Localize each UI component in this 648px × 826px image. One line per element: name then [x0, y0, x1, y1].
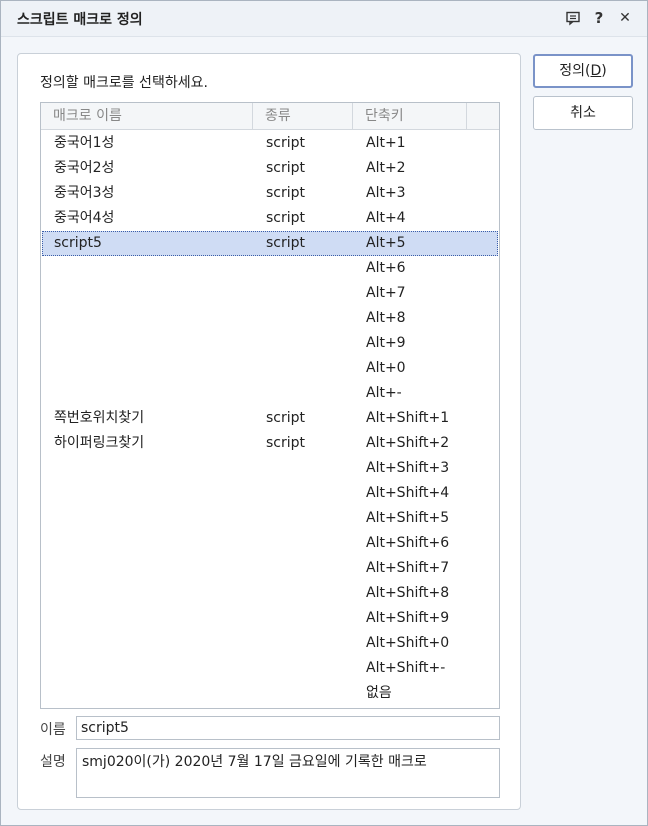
- title-bar: 스크립트 매크로 정의 ? ✕: [1, 1, 647, 37]
- macro-shortcut-cell: Alt+Shift+5: [366, 510, 450, 526]
- macro-type-cell: script: [266, 160, 306, 176]
- define-button[interactable]: 정의(D): [533, 54, 633, 88]
- list-item[interactable]: Alt+Shift+-: [41, 656, 499, 681]
- macro-type-cell: script: [266, 235, 306, 251]
- column-header-shortcut[interactable]: 단축키: [353, 103, 467, 130]
- list-item[interactable]: Alt+Shift+7: [41, 556, 499, 581]
- macro-type-cell: script: [266, 435, 306, 451]
- list-item[interactable]: Alt+6: [41, 256, 499, 281]
- name-label: 이름: [40, 722, 66, 738]
- macro-shortcut-cell: Alt+Shift+8: [366, 585, 450, 601]
- close-icon[interactable]: ✕: [616, 9, 634, 27]
- list-item[interactable]: Alt+8: [41, 306, 499, 331]
- macro-shortcut-cell: Alt+-: [366, 385, 402, 401]
- macro-shortcut-cell: Alt+6: [366, 260, 406, 276]
- help-icon[interactable]: ?: [590, 9, 608, 27]
- macro-name-cell: script5: [54, 235, 102, 251]
- macro-shortcut-cell: Alt+0: [366, 360, 406, 376]
- list-item[interactable]: 중국어2성 script Alt+2: [41, 156, 499, 181]
- list-item[interactable]: Alt+Shift+8: [41, 581, 499, 606]
- list-item[interactable]: Alt+7: [41, 281, 499, 306]
- list-rows: 중국어1성 script Alt+1 중국어2성 script Alt+2 중국어3성 scr…: [41, 131, 499, 706]
- macro-shortcut-cell: Alt+4: [366, 210, 406, 226]
- macro-shortcut-cell: Alt+3: [366, 185, 406, 201]
- list-item[interactable]: 중국어1성 script Alt+1: [41, 131, 499, 156]
- macro-shortcut-cell: Alt+9: [366, 335, 406, 351]
- list-item[interactable]: 없음: [41, 681, 499, 706]
- macro-shortcut-cell: Alt+Shift+2: [366, 435, 450, 451]
- list-item[interactable]: script5 script Alt+5: [42, 231, 498, 256]
- macro-list[interactable]: 매크로 이름 종류 단축키 중국어1성 script Alt+1 중국어2성 scrip…: [40, 102, 500, 709]
- macro-shortcut-cell: Alt+7: [366, 285, 406, 301]
- macro-shortcut-cell: Alt+2: [366, 160, 406, 176]
- list-item[interactable]: Alt+Shift+9: [41, 606, 499, 631]
- list-item[interactable]: Alt+Shift+0: [41, 631, 499, 656]
- dialog-title: 스크립트 매크로 정의: [17, 12, 143, 28]
- define-button-close: ): [601, 63, 607, 79]
- macro-shortcut-cell: Alt+Shift+3: [366, 460, 450, 476]
- description-label: 설명: [40, 754, 66, 770]
- macro-type-cell: script: [266, 210, 306, 226]
- column-header-filler: [467, 103, 499, 130]
- macro-name-cell: 쪽번호위치찾기: [54, 410, 145, 426]
- name-field[interactable]: script5: [76, 716, 500, 740]
- column-header-type[interactable]: 종류: [253, 103, 353, 130]
- cancel-button[interactable]: 취소: [533, 96, 633, 130]
- list-item[interactable]: Alt+Shift+5: [41, 506, 499, 531]
- define-button-label: 정의(: [559, 63, 591, 79]
- macro-dialog: 스크립트 매크로 정의 ? ✕ 정의할 매크로를 선택하세요. 매크로 이름 종…: [0, 0, 648, 826]
- list-header: 매크로 이름 종류 단축키: [41, 103, 499, 130]
- list-item[interactable]: Alt+Shift+6: [41, 531, 499, 556]
- macro-panel: 정의할 매크로를 선택하세요. 매크로 이름 종류 단축키 중국어1성 scrip…: [17, 53, 521, 810]
- macro-shortcut-cell: Alt+1: [366, 135, 406, 151]
- macro-type-cell: script: [266, 410, 306, 426]
- macro-shortcut-cell: Alt+Shift+1: [366, 410, 450, 426]
- list-item[interactable]: Alt+Shift+3: [41, 456, 499, 481]
- macro-shortcut-cell: 없음: [366, 685, 392, 701]
- macro-shortcut-cell: Alt+Shift+0: [366, 635, 450, 651]
- list-item[interactable]: Alt+0: [41, 356, 499, 381]
- list-item[interactable]: 중국어4성 script Alt+4: [41, 206, 499, 231]
- macro-shortcut-cell: Alt+Shift+9: [366, 610, 450, 626]
- macro-shortcut-cell: Alt+5: [366, 235, 406, 251]
- instruction-text: 정의할 매크로를 선택하세요.: [40, 75, 208, 91]
- list-item[interactable]: Alt+Shift+4: [41, 481, 499, 506]
- macro-name-cell: 중국어1성: [54, 135, 115, 151]
- macro-shortcut-cell: Alt+Shift+4: [366, 485, 450, 501]
- macro-shortcut-cell: Alt+Shift+7: [366, 560, 450, 576]
- description-field[interactable]: smj020이(가) 2020년 7월 17일 금요일에 기록한 매크로: [76, 748, 500, 798]
- macro-type-cell: script: [266, 185, 306, 201]
- column-header-name[interactable]: 매크로 이름: [41, 103, 253, 130]
- macro-name-cell: 중국어2성: [54, 160, 115, 176]
- comment-icon[interactable]: [564, 9, 582, 27]
- list-item[interactable]: Alt+9: [41, 331, 499, 356]
- macro-name-cell: 중국어3성: [54, 185, 115, 201]
- macro-shortcut-cell: Alt+8: [366, 310, 406, 326]
- list-item[interactable]: Alt+-: [41, 381, 499, 406]
- macro-name-cell: 하이퍼링크찾기: [54, 435, 145, 451]
- macro-name-cell: 중국어4성: [54, 210, 115, 226]
- list-item[interactable]: 하이퍼링크찾기 script Alt+Shift+2: [41, 431, 499, 456]
- macro-type-cell: script: [266, 135, 306, 151]
- macro-shortcut-cell: Alt+Shift+-: [366, 660, 446, 676]
- list-item[interactable]: 쪽번호위치찾기 script Alt+Shift+1: [41, 406, 499, 431]
- list-item[interactable]: 중국어3성 script Alt+3: [41, 181, 499, 206]
- macro-shortcut-cell: Alt+Shift+6: [366, 535, 450, 551]
- define-button-mnemonic: D: [590, 63, 602, 79]
